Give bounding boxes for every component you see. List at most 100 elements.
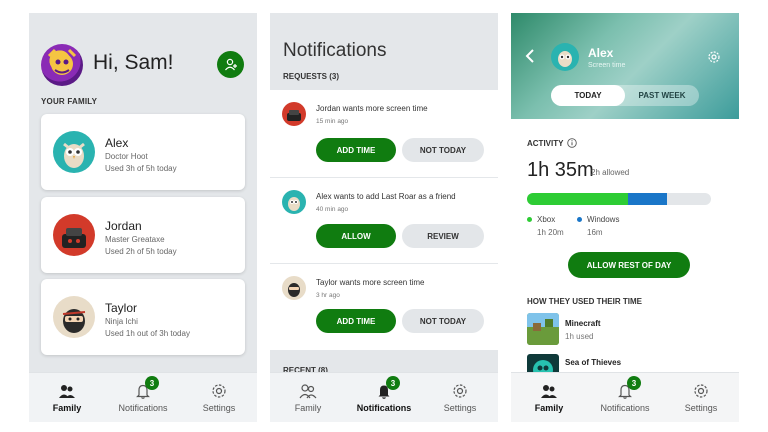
tab-settings-label: Settings xyxy=(443,403,477,413)
request-text: Taylor wants more screen time xyxy=(316,278,425,287)
activity-label: ACTIVITY xyxy=(527,138,564,148)
alex-avatar xyxy=(551,43,579,71)
member-subtitle: Screen time xyxy=(588,62,626,69)
not-today-button[interactable]: NOT TODAY xyxy=(402,309,484,333)
member-usage: Used 3h of 5h today xyxy=(105,164,177,173)
member-gamertag: Master Greataxe xyxy=(105,235,165,244)
tab-notifications[interactable]: 3 Notifications xyxy=(587,376,663,413)
windows-time: 16m xyxy=(587,228,603,237)
taylor-avatar xyxy=(282,276,306,300)
xbox-time: 1h 20m xyxy=(537,228,564,237)
xbox-dot xyxy=(527,217,532,223)
page-title: Notifications xyxy=(283,40,387,61)
requests-heading: REQUESTS (3) xyxy=(283,72,340,81)
greeting-text: Hi, Sam! xyxy=(93,51,174,74)
tab-family[interactable]: Family xyxy=(270,382,346,413)
allow-button[interactable]: ALLOW xyxy=(316,224,396,248)
tab-bar: Family 3 Notifications Settings xyxy=(29,372,257,422)
jordan-avatar xyxy=(53,214,95,256)
family-icon xyxy=(541,385,557,398)
minecraft-thumbnail xyxy=(527,313,559,345)
tab-past-week[interactable]: PAST WEEK xyxy=(625,85,699,106)
request-time: 3 hr ago xyxy=(316,292,340,299)
tab-family[interactable]: Family xyxy=(511,382,587,413)
parent-avatar[interactable] xyxy=(41,44,83,86)
add-time-button[interactable]: ADD TIME xyxy=(316,138,396,162)
not-today-button[interactable]: NOT TODAY xyxy=(402,138,484,162)
add-member-button[interactable] xyxy=(217,51,244,78)
family-icon xyxy=(59,385,75,398)
legend-windows-label: Windows xyxy=(587,215,620,224)
detail-header: Alex Screen time TODAY PAST WEEK xyxy=(511,13,739,119)
total-time-used: 1h 35m xyxy=(527,159,594,181)
game-usage: 1h used xyxy=(565,332,594,341)
alex-avatar xyxy=(53,131,95,173)
tab-settings-label: Settings xyxy=(684,403,718,413)
activity-heading: ACTIVITY xyxy=(527,138,578,148)
taylor-avatar xyxy=(53,296,95,338)
member-card-jordan[interactable]: Jordan Master Greataxe Used 2h of 5h tod… xyxy=(41,197,245,273)
request-time: 15 min ago xyxy=(316,118,349,125)
tab-settings[interactable]: Settings xyxy=(181,382,257,413)
family-icon xyxy=(299,384,317,399)
tab-bar: Family 3 Notifications Settings xyxy=(511,372,739,422)
gear-icon xyxy=(708,51,720,63)
tab-family-label: Family xyxy=(294,403,322,413)
alex-avatar xyxy=(282,190,306,214)
legend-xbox: Xbox xyxy=(527,215,555,224)
request-time: 40 min ago xyxy=(316,206,349,213)
request-item: Jordan wants more screen time 15 min ago… xyxy=(270,90,498,177)
tab-notifications[interactable]: 3 Notifications xyxy=(105,376,181,413)
chevron-left-icon xyxy=(525,49,534,63)
add-person-icon xyxy=(224,58,237,70)
request-text: Jordan wants more screen time xyxy=(316,104,428,113)
info-icon[interactable] xyxy=(567,138,578,148)
member-detail-screen: Alex Screen time TODAY PAST WEEK ACTIVIT… xyxy=(511,13,739,422)
member-gamertag: Doctor Hoot xyxy=(105,152,148,161)
tab-family[interactable]: Family xyxy=(29,382,105,413)
tab-notifications[interactable]: 3 Notifications xyxy=(346,376,422,413)
gear-icon xyxy=(212,384,226,398)
your-family-heading: YOUR FAMILY xyxy=(41,97,98,106)
notification-badge: 3 xyxy=(145,376,159,390)
tab-notifications-label: Notifications xyxy=(118,403,168,413)
usage-bar-xbox xyxy=(527,193,628,205)
family-screen: Hi, Sam! YOUR FAMILY Alex Doctor Hoot Us… xyxy=(29,13,257,422)
legend-windows: Windows xyxy=(577,215,619,224)
request-item: Taylor wants more screen time 3 hr ago A… xyxy=(270,264,498,350)
windows-dot xyxy=(577,217,582,223)
legend-xbox-label: Xbox xyxy=(537,215,556,224)
tab-today[interactable]: TODAY xyxy=(551,85,625,106)
time-allowed: 2h allowed xyxy=(591,168,630,177)
notification-badge: 3 xyxy=(627,376,641,390)
member-gamertag: Ninja Ichi xyxy=(105,317,138,326)
request-item: Alex wants to add Last Roar as a friend … xyxy=(270,178,498,263)
usage-bar xyxy=(527,193,711,205)
member-usage: Used 2h of 5h today xyxy=(105,247,177,256)
member-usage: Used 1h out of 3h today xyxy=(105,329,190,338)
notifications-screen: Notifications REQUESTS (3) Jordan wants … xyxy=(270,13,498,422)
tab-family-label: Family xyxy=(534,403,564,413)
tab-settings[interactable]: Settings xyxy=(422,382,498,413)
member-card-alex[interactable]: Alex Doctor Hoot Used 3h of 5h today xyxy=(41,114,245,190)
allow-rest-of-day-button[interactable]: ALLOW REST OF DAY xyxy=(568,252,690,278)
game-name: Minecraft xyxy=(565,319,601,328)
gear-icon xyxy=(694,384,708,398)
tab-settings[interactable]: Settings xyxy=(663,382,739,413)
member-name: Jordan xyxy=(105,219,142,233)
period-toggle: TODAY PAST WEEK xyxy=(551,85,699,106)
tab-settings-label: Settings xyxy=(202,403,236,413)
game-name: Sea of Thieves xyxy=(565,358,622,367)
member-name: Taylor xyxy=(105,301,138,315)
review-button[interactable]: REVIEW xyxy=(402,224,484,248)
member-name: Alex xyxy=(105,136,129,150)
member-settings-button[interactable] xyxy=(707,50,721,69)
add-time-button[interactable]: ADD TIME xyxy=(316,309,396,333)
usage-bar-windows xyxy=(628,193,667,205)
member-card-taylor[interactable]: Taylor Ninja Ichi Used 1h out of 3h toda… xyxy=(41,279,245,355)
tab-notifications-label: Notifications xyxy=(356,403,412,413)
request-text: Alex wants to add Last Roar as a friend xyxy=(316,192,456,201)
usage-breakdown-heading: HOW THEY USED THEIR TIME xyxy=(527,297,642,306)
tab-notifications-label: Notifications xyxy=(600,403,650,413)
back-button[interactable] xyxy=(525,49,535,68)
